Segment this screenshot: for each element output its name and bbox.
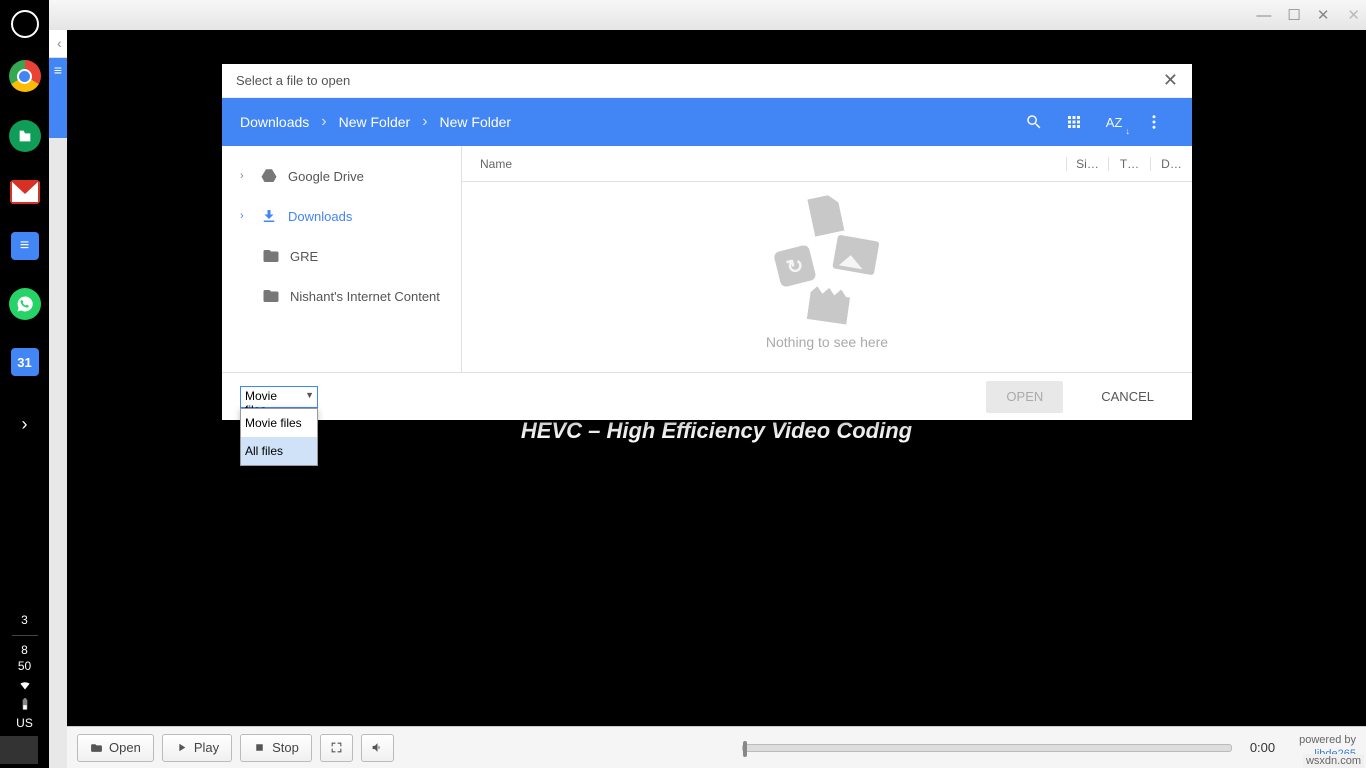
google-drive-icon xyxy=(260,167,278,185)
dialog-file-list: Name Si… T… D… Nothing to see here xyxy=(462,146,1192,372)
open-button[interactable]: OPEN xyxy=(986,381,1063,413)
sidebar-item-gre[interactable]: GRE xyxy=(222,236,461,276)
empty-state-graphic xyxy=(767,196,887,326)
status-tray[interactable]: 3 8 50 US xyxy=(0,612,49,768)
filter-option-all[interactable]: All files xyxy=(241,437,317,465)
breadcrumb-newfolder1[interactable]: New Folder xyxy=(339,114,411,130)
folder-icon xyxy=(262,247,280,265)
play-label: Play xyxy=(194,740,219,755)
seek-bar[interactable] xyxy=(742,744,1232,752)
sidebar-item-downloads[interactable]: › Downloads xyxy=(222,196,461,236)
stop-icon xyxy=(253,741,266,754)
player-controls-bar: Open Play Stop 0:00 powered by libde265 xyxy=(67,726,1366,768)
sort-button[interactable]: AZ↓ xyxy=(1094,102,1134,142)
whatsapp-icon[interactable] xyxy=(9,288,41,320)
chevron-right-icon: › xyxy=(321,113,326,131)
column-headers: Name Si… T… D… xyxy=(462,146,1192,182)
dialog-body: › Google Drive › Downloads GRE Nishant's… xyxy=(222,146,1192,372)
sidebar-label: Downloads xyxy=(288,209,352,224)
calendar-icon[interactable]: 31 xyxy=(11,348,39,376)
breadcrumb-newfolder2[interactable]: New Folder xyxy=(440,114,512,130)
volume-button[interactable] xyxy=(361,734,394,762)
notification-count: 3 xyxy=(0,612,49,629)
chrome-icon[interactable] xyxy=(9,60,41,92)
video-codec-title: HEVC – High Efficiency Video Coding xyxy=(521,418,912,444)
sidebar-label: Nishant's Internet Content xyxy=(290,289,440,304)
wsxdn-watermark: wsxdn.com xyxy=(1303,754,1364,768)
files-app-icon[interactable] xyxy=(9,120,41,152)
time-display: 0:00 xyxy=(1250,740,1275,755)
google-docs-icon[interactable] xyxy=(11,232,39,260)
play-icon xyxy=(175,741,188,754)
download-icon xyxy=(260,207,278,225)
window-close-button[interactable]: ✕ xyxy=(1317,6,1330,24)
cancel-button[interactable]: CANCEL xyxy=(1081,381,1174,413)
battery-icon xyxy=(18,697,32,711)
dialog-close-button[interactable]: ✕ xyxy=(1163,70,1178,91)
empty-state: Nothing to see here xyxy=(766,196,888,350)
sidebar-label: GRE xyxy=(290,249,318,264)
open-label: Open xyxy=(109,740,141,755)
dialog-title-text: Select a file to open xyxy=(236,73,350,88)
more-vert-icon xyxy=(1145,113,1163,131)
window-titlebar: — ☐ ✕ ✕ xyxy=(49,0,1366,30)
column-name[interactable]: Name xyxy=(462,157,1066,171)
file-type-filter[interactable]: Movie files xyxy=(240,386,318,408)
window-close-button-2[interactable]: ✕ xyxy=(1347,6,1360,24)
search-button[interactable] xyxy=(1014,102,1054,142)
dialog-toolbar: Downloads › New Folder › New Folder AZ↓ xyxy=(222,98,1192,146)
shelf-expand-arrow[interactable]: › xyxy=(22,414,28,435)
more-options-button[interactable] xyxy=(1134,102,1174,142)
file-open-dialog: Select a file to open ✕ Downloads › New … xyxy=(222,64,1192,420)
dialog-footer: Movie files OPEN CANCEL xyxy=(222,372,1192,420)
docs-sidebar-sliver xyxy=(49,58,67,138)
fullscreen-icon xyxy=(330,741,343,754)
divider xyxy=(12,635,38,636)
file-type-dropdown: Movie files All files xyxy=(240,408,318,466)
fullscreen-button[interactable] xyxy=(320,734,353,762)
grid-icon xyxy=(1065,113,1083,131)
sidebar-item-gdrive[interactable]: › Google Drive xyxy=(222,156,461,196)
window-minimize-button[interactable]: — xyxy=(1256,7,1271,24)
view-grid-button[interactable] xyxy=(1054,102,1094,142)
volume-icon xyxy=(371,741,384,754)
sort-label: AZ xyxy=(1106,115,1123,130)
wifi-icon xyxy=(18,679,32,693)
stop-label: Stop xyxy=(272,740,299,755)
open-file-button[interactable]: Open xyxy=(77,734,154,762)
sidebar-label: Google Drive xyxy=(288,169,364,184)
chromeos-shelf: 31 › 3 8 50 US xyxy=(0,0,49,768)
window-maximize-button[interactable]: ☐ xyxy=(1287,6,1300,24)
breadcrumb-downloads[interactable]: Downloads xyxy=(240,114,309,130)
play-button[interactable]: Play xyxy=(162,734,232,762)
stop-button[interactable]: Stop xyxy=(240,734,312,762)
folder-icon xyxy=(262,287,280,305)
dialog-titlebar: Select a file to open ✕ xyxy=(222,64,1192,98)
search-icon xyxy=(1025,113,1043,131)
gmail-icon[interactable] xyxy=(10,180,40,204)
column-type[interactable]: T… xyxy=(1108,157,1150,171)
nav-back-icon[interactable]: ‹ xyxy=(57,35,62,51)
chevron-right-icon: › xyxy=(422,113,427,131)
ime-indicator: US xyxy=(0,715,49,732)
column-size[interactable]: Si… xyxy=(1066,157,1108,171)
chevron-right-icon: › xyxy=(240,210,250,222)
dialog-sidebar: › Google Drive › Downloads GRE Nishant's… xyxy=(222,146,462,372)
launcher-button[interactable] xyxy=(11,10,39,38)
clock-hour: 8 xyxy=(0,642,49,659)
empty-state-text: Nothing to see here xyxy=(766,334,888,350)
column-date[interactable]: D… xyxy=(1150,157,1192,171)
filter-option-movie[interactable]: Movie files xyxy=(241,409,317,437)
sidebar-item-nishant[interactable]: Nishant's Internet Content xyxy=(222,276,461,316)
chevron-right-icon: › xyxy=(240,170,250,182)
clock-min: 50 xyxy=(0,658,49,675)
folder-open-icon xyxy=(90,741,103,754)
shelf-thumbnail[interactable] xyxy=(0,736,38,764)
